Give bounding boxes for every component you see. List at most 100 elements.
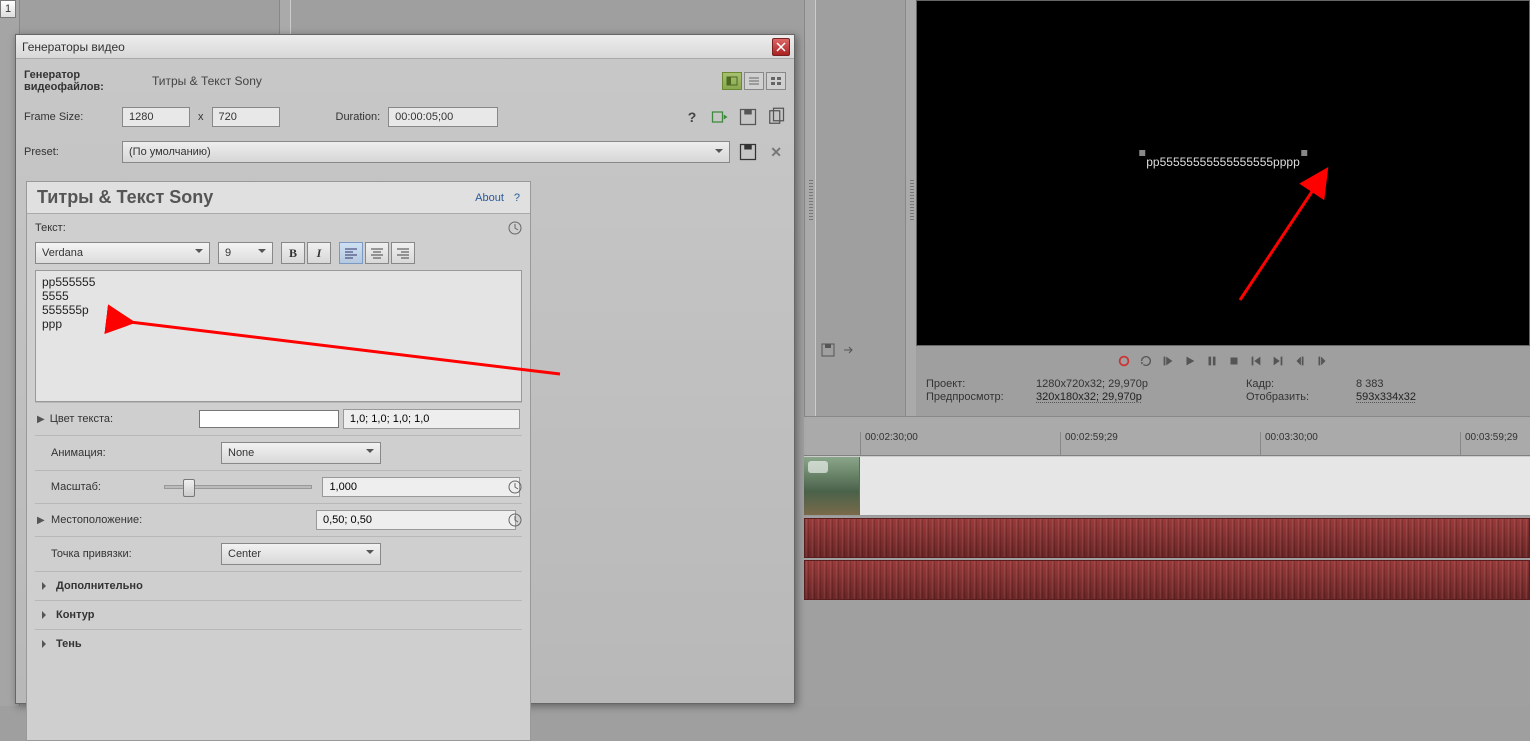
video-clip-thumb[interactable] — [804, 457, 860, 515]
expand-arrow[interactable]: ▶ — [37, 515, 47, 526]
view-mode-editor[interactable] — [722, 72, 742, 90]
display-label: Отобразить: — [1246, 391, 1346, 403]
go-end-button[interactable] — [1270, 353, 1286, 369]
delete-preset-button[interactable]: ✕ — [766, 144, 786, 161]
preview-status: Проект: 1280x720x32; 29,970p Кадр: 8 383… — [916, 376, 1530, 405]
align-right-button[interactable] — [391, 242, 415, 264]
text-color-value[interactable] — [343, 409, 520, 429]
font-size-value: 9 — [225, 247, 231, 259]
save-preset-icon[interactable] — [738, 108, 758, 126]
help-icon[interactable]: ? — [682, 108, 702, 126]
arrow-icon[interactable] — [840, 342, 856, 358]
frame-label: Кадр: — [1246, 378, 1346, 390]
audio-clip-1[interactable] — [804, 518, 1530, 558]
keyframe-clock-icon[interactable] — [508, 513, 522, 527]
record-button[interactable] — [1116, 353, 1132, 369]
ruler-mark: 00:02:30;00 — [860, 432, 918, 455]
dialog-titlebar[interactable]: Генераторы видео — [16, 35, 794, 59]
align-center-button[interactable] — [365, 242, 389, 264]
section-more-label: Дополнительно — [56, 580, 143, 592]
video-generators-dialog: Генераторы видео Генератор видеофайлов: … — [15, 34, 795, 704]
animation-label: Анимация: — [51, 447, 221, 459]
step-fwd-button[interactable] — [1314, 353, 1330, 369]
keyframe-clock-icon[interactable] — [508, 480, 522, 494]
frame-value: 8 383 — [1356, 378, 1476, 390]
step-back-button[interactable] — [1292, 353, 1308, 369]
text-color-swatch[interactable] — [199, 410, 340, 428]
video-track[interactable] — [804, 456, 1530, 516]
section-more[interactable]: Дополнительно — [35, 571, 522, 600]
apply-media-icon[interactable] — [710, 108, 730, 126]
audio-tracks — [804, 518, 1530, 604]
animation-value: None — [228, 447, 254, 459]
preview-video: pp55555555555555555pppp — [916, 0, 1530, 346]
dialog-title: Генераторы видео — [22, 40, 125, 54]
text-color-label: Цвет текста: — [50, 413, 199, 425]
expand-arrow[interactable]: ▶ — [37, 414, 46, 425]
chevron-down-icon — [195, 246, 203, 260]
copy-icon[interactable] — [766, 108, 786, 126]
keyframe-clock-icon[interactable] — [508, 221, 522, 235]
duration-input[interactable] — [388, 107, 498, 127]
pause-button[interactable] — [1204, 353, 1220, 369]
stop-button[interactable] — [1226, 353, 1242, 369]
preview-title-overlay[interactable]: pp55555555555555555pppp — [1142, 153, 1304, 171]
bold-button[interactable]: B — [281, 242, 305, 264]
help-link[interactable]: ? — [514, 192, 520, 204]
effect-panel-header: Титры & Текст Sony About ? — [27, 182, 530, 214]
view-mode-grid[interactable] — [766, 72, 786, 90]
generator-label: Генератор видеофайлов: — [24, 69, 144, 93]
preset-label: Preset: — [24, 146, 114, 158]
play-button[interactable] — [1182, 353, 1198, 369]
anchor-label: Точка привязки: — [51, 548, 221, 560]
effect-panel: Титры & Текст Sony About ? Текст: Verdan… — [26, 181, 531, 741]
close-button[interactable] — [772, 38, 790, 56]
preset-select[interactable]: (По умолчанию) — [122, 141, 730, 163]
project-label: Проект: — [926, 378, 1026, 390]
chevron-right-icon — [42, 611, 50, 619]
frame-width-input[interactable] — [122, 107, 190, 127]
section-outline-label: Контур — [56, 609, 94, 621]
frame-x: x — [198, 111, 204, 123]
splitter-vert-2[interactable] — [804, 0, 816, 432]
animation-select[interactable]: None — [221, 442, 381, 464]
timeline-ruler[interactable]: 00:02:30;00 00:02:59;29 00:03:30;00 00:0… — [804, 432, 1530, 456]
italic-button[interactable]: I — [307, 242, 331, 264]
generator-value: Титры & Текст Sony — [152, 74, 262, 88]
go-start-button[interactable] — [1248, 353, 1264, 369]
frame-height-input[interactable] — [212, 107, 280, 127]
timeline: 00:02:30;00 00:02:59;29 00:03:30;00 00:0… — [804, 432, 1530, 706]
text-input[interactable]: pp555555 5555 555555p ppp — [35, 270, 522, 402]
chevron-right-icon — [42, 640, 50, 648]
save-preset-button[interactable] — [738, 143, 758, 161]
ruler-mark: 00:03:30;00 — [1260, 432, 1318, 455]
loop-button[interactable] — [1138, 353, 1154, 369]
play-start-button[interactable] — [1160, 353, 1176, 369]
location-label: Местоположение: — [51, 514, 316, 526]
preview-panel: pp55555555555555555pppp Проект: 1280x720… — [916, 0, 1530, 416]
splitter-vert-1[interactable] — [279, 0, 291, 35]
ruler-mark: 00:02:59;29 — [1060, 432, 1118, 455]
about-link[interactable]: About — [475, 192, 504, 204]
font-select[interactable]: Verdana — [35, 242, 210, 264]
anchor-select[interactable]: Center — [221, 543, 381, 565]
preset-value: (По умолчанию) — [129, 146, 211, 158]
view-mode-toggle — [722, 72, 786, 90]
scale-label: Масштаб: — [51, 481, 165, 493]
align-left-button[interactable] — [339, 242, 363, 264]
scale-slider[interactable] — [164, 485, 312, 489]
section-outline[interactable]: Контур — [35, 600, 522, 629]
font-size-select[interactable]: 9 — [218, 242, 273, 264]
scale-value[interactable] — [322, 477, 520, 497]
display-value: 593x334x32 — [1356, 391, 1476, 403]
audio-clip-2[interactable] — [804, 560, 1530, 600]
transport-controls — [916, 350, 1530, 372]
view-mode-list[interactable] — [744, 72, 764, 90]
save-icon[interactable] — [820, 342, 836, 358]
slider-thumb[interactable] — [183, 479, 195, 497]
location-value[interactable] — [316, 510, 516, 530]
section-shadow[interactable]: Тень — [35, 629, 522, 658]
effect-title: Титры & Текст Sony — [37, 187, 475, 208]
dialog-toolbar: Генератор видеофайлов: Титры & Текст Son… — [16, 59, 794, 173]
preview-value: 320x180x32; 29,970p — [1036, 391, 1236, 403]
